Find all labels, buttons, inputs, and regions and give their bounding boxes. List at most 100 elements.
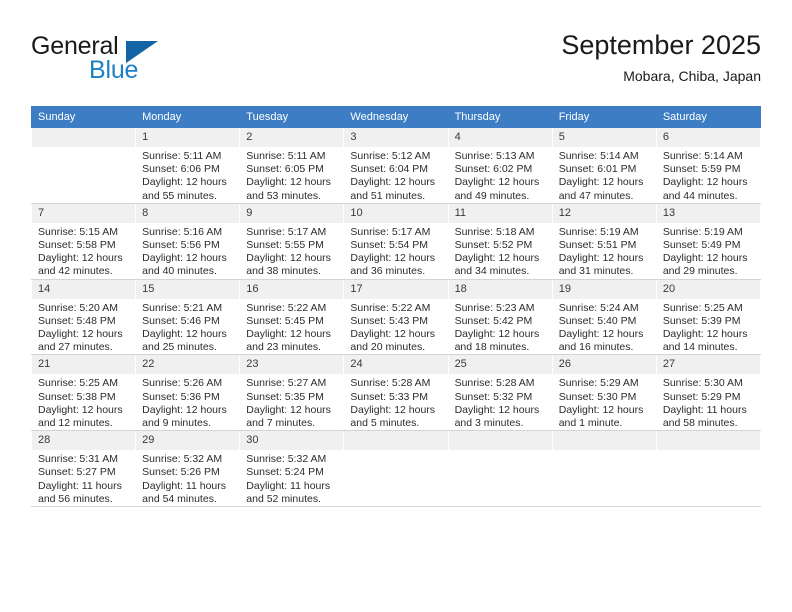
daylight-text-line1: Daylight: 12 hours [246,252,331,265]
day-details: Sunrise: 5:14 AM Sunset: 5:59 PM Daylight:… [657,147,760,203]
calendar-day-cell[interactable]: 7 Sunrise: 5:15 AM Sunset: 5:58 PM Daylight… [30,203,137,280]
calendar-day-cell[interactable]: 16 Sunrise: 5:22 AM Sunset: 5:45 PM Dayligh… [239,279,345,356]
calendar-day-cell[interactable]: 30 Sunrise: 5:32 AM Sunset: 5:24 PM Dayligh… [239,430,345,508]
sunrise-text: Sunrise: 5:27 AM [246,377,327,390]
calendar-day-cell[interactable]: 11 Sunrise: 5:18 AM Sunset: 5:52 PM Dayligh… [447,203,553,280]
daylight-text-line1: Daylight: 12 hours [454,403,540,416]
sunrise-text: Sunrise: 5:23 AM [454,301,535,314]
calendar-table: Sunday Monday Tuesday Wednesday Thursday… [30,106,762,508]
sunrise-text: Sunrise: 5:16 AM [142,225,223,238]
daylight-text-line1: Daylight: 12 hours [662,252,748,265]
day-number: 26 [552,355,656,375]
daylight-text-line1: Daylight: 12 hours [38,403,123,416]
calendar-day-cell[interactable]: 3 Sunrise: 5:12 AM Sunset: 6:04 PM Daylight… [343,127,449,204]
sunset-text: Sunset: 6:05 PM [246,163,324,176]
calendar-day-cell[interactable]: 9 Sunrise: 5:17 AM Sunset: 5:55 PM Daylight… [239,203,345,280]
daylight-text-line2: and 20 minutes. [350,341,426,354]
calendar-day-cell[interactable]: 23 Sunrise: 5:27 AM Sunset: 5:35 PM Dayligh… [239,354,345,432]
calendar-cell-empty [447,430,553,508]
day-cell-inner: 27 Sunrise: 5:30 AM Sunset: 5:29 PM Dayligh… [656,355,760,430]
title-block: September 2025 Mobara, Chiba, Japan [561,28,761,86]
sunset-text: Sunset: 5:58 PM [38,239,116,252]
sunset-text: Sunset: 5:35 PM [246,390,324,403]
brand-logo[interactable]: General Blue [31,32,271,88]
day-number: 7 [32,203,136,223]
day-details: Sunrise: 5:16 AM Sunset: 5:56 PM Daylight:… [136,223,239,279]
calendar-day-cell[interactable]: 1 Sunrise: 5:11 AM Sunset: 6:06 PM Daylight… [135,127,241,204]
calendar-day-cell[interactable]: 28 Sunrise: 5:31 AM Sunset: 5:27 PM Dayligh… [30,430,137,508]
calendar-day-cell[interactable]: 29 Sunrise: 5:32 AM Sunset: 5:26 PM Dayligh… [135,430,241,508]
daylight-text-line1: Daylight: 12 hours [662,328,748,341]
sunrise-text: Sunrise: 5:28 AM [350,377,431,390]
sunset-text: Sunset: 5:45 PM [246,314,324,327]
sunrise-text: Sunrise: 5:28 AM [454,377,535,390]
calendar-day-cell[interactable]: 10 Sunrise: 5:17 AM Sunset: 5:54 PM Dayligh… [343,203,449,280]
calendar-cell-empty [343,430,449,508]
calendar-day-cell[interactable]: 22 Sunrise: 5:26 AM Sunset: 5:36 PM Dayligh… [135,354,241,432]
daylight-text-line2: and 47 minutes. [558,189,634,202]
daylight-text-line2: and 44 minutes. [662,189,738,202]
calendar-day-cell[interactable]: 27 Sunrise: 5:30 AM Sunset: 5:29 PM Dayligh… [655,354,762,432]
sunset-text: Sunset: 6:06 PM [142,163,220,176]
day-number: 27 [656,355,760,375]
sunset-text: Sunset: 5:32 PM [454,390,533,403]
day-cell-inner: 11 Sunrise: 5:18 AM Sunset: 5:52 PM Dayligh… [448,203,552,279]
calendar-cell-empty [30,127,137,204]
sunrise-text: Sunrise: 5:17 AM [350,225,431,238]
calendar-day-cell[interactable]: 2 Sunrise: 5:11 AM Sunset: 6:05 PM Daylight… [239,127,345,204]
calendar-day-cell[interactable]: 26 Sunrise: 5:29 AM Sunset: 5:30 PM Dayligh… [551,354,657,432]
daylight-text-line1: Daylight: 12 hours [350,403,436,416]
daylight-text-line2: and 54 minutes. [142,492,217,505]
calendar-day-cell[interactable]: 14 Sunrise: 5:20 AM Sunset: 5:48 PM Dayligh… [30,279,137,356]
daylight-text-line1: Daylight: 12 hours [350,176,436,189]
sunrise-text: Sunrise: 5:14 AM [662,150,743,162]
weekday-header-sunday: Sunday [30,106,137,128]
day-cell-inner: 26 Sunrise: 5:29 AM Sunset: 5:30 PM Dayligh… [552,355,656,430]
sunrise-text: Sunrise: 5:32 AM [142,453,223,466]
day-number: 8 [136,203,240,223]
calendar-day-cell[interactable]: 21 Sunrise: 5:25 AM Sunset: 5:38 PM Dayligh… [30,354,137,432]
calendar-day-cell[interactable]: 20 Sunrise: 5:25 AM Sunset: 5:39 PM Dayligh… [655,279,762,356]
calendar-day-cell[interactable]: 25 Sunrise: 5:28 AM Sunset: 5:32 PM Dayligh… [447,354,553,432]
day-cell-inner: 15 Sunrise: 5:21 AM Sunset: 5:46 PM Dayligh… [136,279,240,355]
calendar-day-cell[interactable]: 17 Sunrise: 5:22 AM Sunset: 5:43 PM Dayligh… [343,279,449,356]
sunset-text: Sunset: 5:43 PM [350,314,429,327]
sunrise-text: Sunrise: 5:31 AM [38,453,118,466]
calendar-day-cell[interactable]: 18 Sunrise: 5:23 AM Sunset: 5:42 PM Dayligh… [447,279,553,356]
day-number: 12 [552,203,656,223]
calendar-day-cell[interactable]: 12 Sunrise: 5:19 AM Sunset: 5:51 PM Dayligh… [551,203,657,280]
calendar-week-row: 7 Sunrise: 5:15 AM Sunset: 5:58 PM Daylight… [30,203,762,280]
daylight-text-line2: and 7 minutes. [246,417,316,430]
day-details: Sunrise: 5:11 AM Sunset: 6:06 PM Daylight:… [136,147,239,203]
day-details: Sunrise: 5:29 AM Sunset: 5:30 PM Daylight:… [553,374,656,430]
daylight-text-line1: Daylight: 12 hours [558,252,644,265]
calendar-day-cell[interactable]: 15 Sunrise: 5:21 AM Sunset: 5:46 PM Dayligh… [135,279,241,356]
calendar-day-cell[interactable]: 19 Sunrise: 5:24 AM Sunset: 5:40 PM Dayligh… [551,279,657,356]
calendar-day-cell[interactable]: 24 Sunrise: 5:28 AM Sunset: 5:33 PM Dayligh… [343,354,449,432]
calendar-day-cell[interactable]: 4 Sunrise: 5:13 AM Sunset: 6:02 PM Daylight… [447,127,553,204]
calendar-day-cell[interactable]: 13 Sunrise: 5:19 AM Sunset: 5:49 PM Dayligh… [655,203,762,280]
day-details: Sunrise: 5:32 AM Sunset: 5:26 PM Daylight:… [136,450,239,506]
calendar-cell-empty [655,430,762,508]
sunrise-text: Sunrise: 5:11 AM [142,150,222,162]
calendar-day-cell[interactable]: 6 Sunrise: 5:14 AM Sunset: 5:59 PM Daylight… [655,127,762,204]
day-cell-inner: 21 Sunrise: 5:25 AM Sunset: 5:38 PM Dayligh… [32,355,136,430]
sunrise-text: Sunrise: 5:22 AM [350,301,431,314]
day-details: Sunrise: 5:17 AM Sunset: 5:54 PM Daylight:… [344,223,447,279]
sunrise-text: Sunrise: 5:22 AM [246,301,327,314]
day-number: 20 [656,279,760,299]
day-number [32,128,136,147]
day-number [448,431,552,451]
day-cell-inner: 22 Sunrise: 5:26 AM Sunset: 5:36 PM Dayligh… [136,355,240,430]
day-number: 15 [136,279,240,299]
sunset-text: Sunset: 5:33 PM [350,390,429,403]
calendar-day-cell[interactable]: 5 Sunrise: 5:14 AM Sunset: 6:01 PM Daylight… [551,127,657,204]
daylight-text-line2: and 55 minutes. [142,189,217,202]
day-number [344,431,448,451]
sunset-text: Sunset: 5:27 PM [38,466,116,479]
day-cell-inner: 16 Sunrise: 5:22 AM Sunset: 5:45 PM Dayligh… [240,279,344,355]
calendar-body: 1 Sunrise: 5:11 AM Sunset: 6:06 PM Daylight… [30,127,762,508]
daylight-text-line1: Daylight: 12 hours [350,328,436,341]
sunrise-text: Sunrise: 5:29 AM [558,377,639,390]
calendar-day-cell[interactable]: 8 Sunrise: 5:16 AM Sunset: 5:56 PM Daylight… [135,203,241,280]
